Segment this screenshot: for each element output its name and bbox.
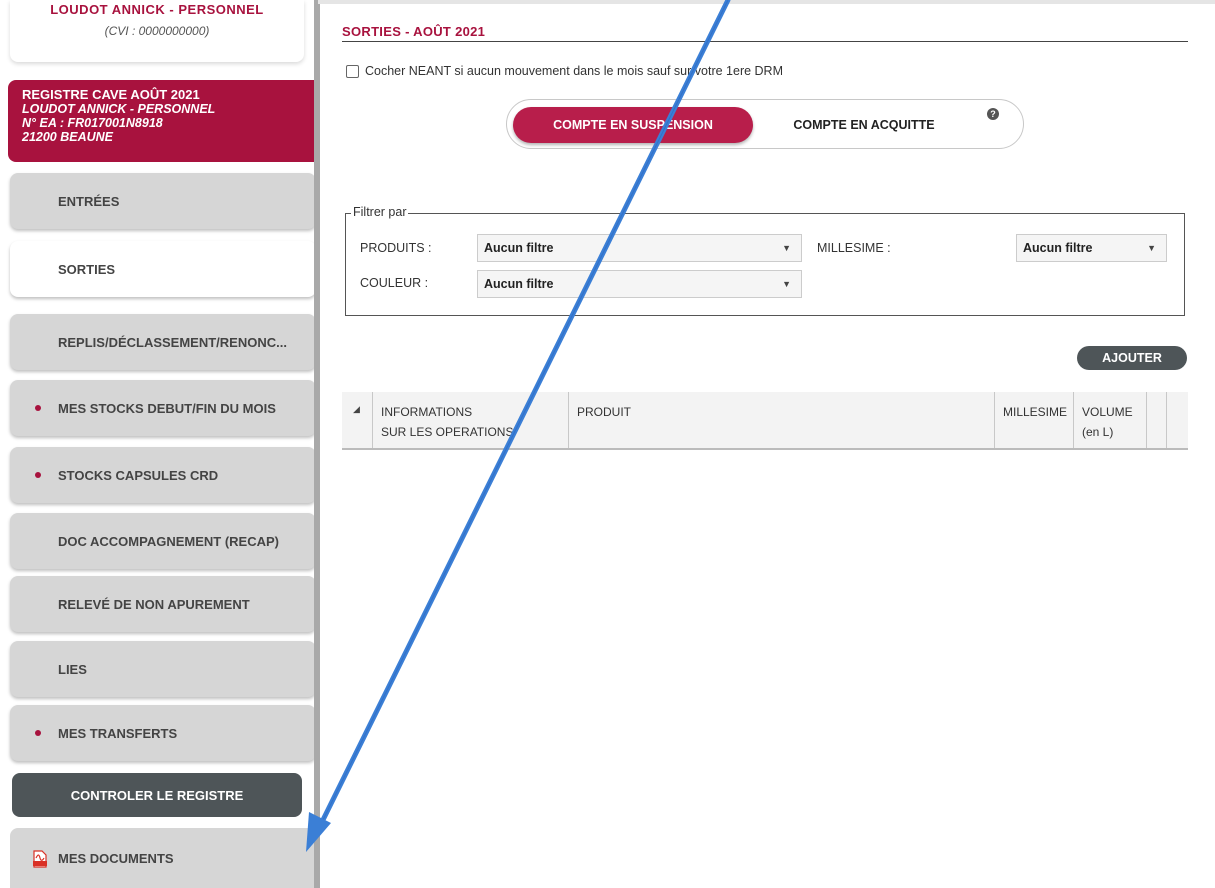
column-actions	[1146, 392, 1166, 448]
neant-checkbox[interactable]	[346, 64, 359, 78]
sidebar-item-label: RELEVÉ DE NON APUREMENT	[58, 596, 250, 612]
pdf-icon	[33, 850, 47, 868]
produits-select[interactable]: Aucun filtre ▼	[477, 234, 802, 262]
ajouter-button[interactable]: AJOUTER	[1077, 346, 1187, 370]
compte-acquitte-button[interactable]: COMPTE EN ACQUITTE	[759, 107, 969, 143]
sidebar-item-label: REPLIS/DÉCLASSEMENT/RENONC...	[58, 334, 287, 350]
registre-city: 21200 BEAUNE	[22, 130, 114, 144]
registre-ea: N° EA : FR017001N8918	[22, 116, 163, 130]
compte-acquitte-label: COMPTE EN ACQUITTE	[793, 118, 935, 132]
sidebar-item-stocks[interactable]: MES STOCKS DEBUT/FIN DU MOIS	[10, 380, 316, 436]
sidebar-item-label: LIES	[58, 661, 87, 677]
page-title: SORTIES - AOÛT 2021	[342, 24, 486, 39]
sidebar-item-mes-documents[interactable]: MES DOCUMENTS	[10, 828, 316, 888]
sidebar-item-releve[interactable]: RELEVÉ DE NON APUREMENT	[10, 576, 316, 632]
table-header: ◢ INFORMATIONS SUR LES OPERATIONS PRODUI…	[342, 392, 1188, 450]
sidebar-item-label: STOCKS CAPSULES CRD	[58, 467, 219, 483]
bullet-icon	[35, 472, 41, 478]
column-produit-label: PRODUIT	[577, 405, 631, 419]
column-informations[interactable]: INFORMATIONS SUR LES OPERATIONS	[372, 392, 572, 448]
account-card: LOUDOT ANNICK - PERSONNEL (CVI : 0000000…	[10, 0, 304, 62]
produits-select-value: Aucun filtre	[484, 241, 554, 255]
sidebar-item-label: ENTRÉES	[58, 193, 120, 209]
couleur-label: COULEUR :	[360, 276, 429, 290]
millesime-label: MILLESIME :	[817, 241, 891, 255]
millesime-select-value: Aucun filtre	[1023, 241, 1093, 255]
top-divider	[318, 0, 1215, 4]
column-volume[interactable]: VOLUME (en L)	[1073, 392, 1146, 448]
column-extra	[1166, 392, 1188, 448]
sidebar-item-doc-accompagnement[interactable]: DOC ACCOMPAGNEMENT (RECAP)	[10, 513, 316, 569]
help-icon[interactable]: ?	[987, 108, 999, 120]
sidebar-item-capsules[interactable]: STOCKS CAPSULES CRD	[10, 447, 316, 503]
chevron-down-icon: ▼	[1147, 243, 1156, 253]
column-produit[interactable]: PRODUIT	[568, 392, 994, 448]
sidebar-item-sorties[interactable]: SORTIES	[10, 241, 316, 297]
compte-suspension-button[interactable]: COMPTE EN SUSPENSION	[513, 107, 753, 143]
bullet-icon	[35, 405, 41, 411]
sidebar-item-label: MES STOCKS DEBUT/FIN DU MOIS	[58, 400, 276, 416]
filter-legend: Filtrer par	[351, 205, 409, 219]
sort-icon[interactable]: ◢	[353, 404, 360, 415]
sidebar-item-label: DOC ACCOMPAGNEMENT (RECAP)	[58, 533, 279, 549]
filter-panel	[345, 213, 1185, 316]
registre-card: REGISTRE CAVE AOÛT 2021 LOUDOT ANNICK - …	[8, 80, 320, 162]
couleur-select-value: Aucun filtre	[484, 277, 554, 291]
sidebar-item-entrees[interactable]: ENTRÉES	[10, 173, 316, 229]
sidebar-item-lies[interactable]: LIES	[10, 641, 316, 697]
sidebar: LOUDOT ANNICK - PERSONNEL (CVI : 0000000…	[0, 0, 320, 888]
column-volume-line2: (en L)	[1082, 425, 1114, 439]
column-millesime[interactable]: MILLESIME	[994, 392, 1073, 448]
account-cvi: (CVI : 0000000000)	[104, 24, 210, 38]
sidebar-item-transferts[interactable]: MES TRANSFERTS	[10, 705, 316, 761]
sidebar-item-replis[interactable]: REPLIS/DÉCLASSEMENT/RENONC...	[10, 314, 316, 370]
chevron-down-icon: ▼	[782, 279, 791, 289]
compte-toggle: COMPTE EN SUSPENSION COMPTE EN ACQUITTE …	[506, 99, 1024, 149]
bullet-icon	[35, 730, 41, 736]
account-name: LOUDOT ANNICK - PERSONNEL	[50, 2, 264, 17]
sidebar-item-label: MES TRANSFERTS	[58, 725, 178, 741]
column-informations-line2: SUR LES OPERATIONS	[381, 425, 514, 439]
controler-registre-button[interactable]: CONTROLER LE REGISTRE	[12, 773, 302, 817]
produits-label: PRODUITS :	[360, 241, 432, 255]
registre-name: LOUDOT ANNICK - PERSONNEL	[22, 102, 216, 116]
compte-suspension-label: COMPTE EN SUSPENSION	[553, 118, 713, 132]
sidebar-item-label: MES DOCUMENTS	[58, 850, 174, 866]
column-millesime-label: MILLESIME	[1003, 405, 1068, 419]
sidebar-item-label: SORTIES	[58, 261, 116, 277]
neant-label: Cocher NEANT si aucun mouvement dans le …	[365, 64, 783, 78]
controler-registre-label: CONTROLER LE REGISTRE	[70, 787, 244, 803]
column-volume-line1: VOLUME	[1082, 405, 1133, 419]
couleur-select[interactable]: Aucun filtre ▼	[477, 270, 802, 298]
ajouter-label: AJOUTER	[1102, 351, 1162, 365]
sidebar-divider	[314, 0, 320, 888]
neant-option[interactable]: Cocher NEANT si aucun mouvement dans le …	[346, 64, 783, 78]
chevron-down-icon: ▼	[782, 243, 791, 253]
registre-title: REGISTRE CAVE AOÛT 2021	[22, 87, 200, 102]
title-divider	[342, 41, 1188, 42]
millesime-select[interactable]: Aucun filtre ▼	[1016, 234, 1167, 262]
column-informations-line1: INFORMATIONS	[381, 405, 473, 419]
